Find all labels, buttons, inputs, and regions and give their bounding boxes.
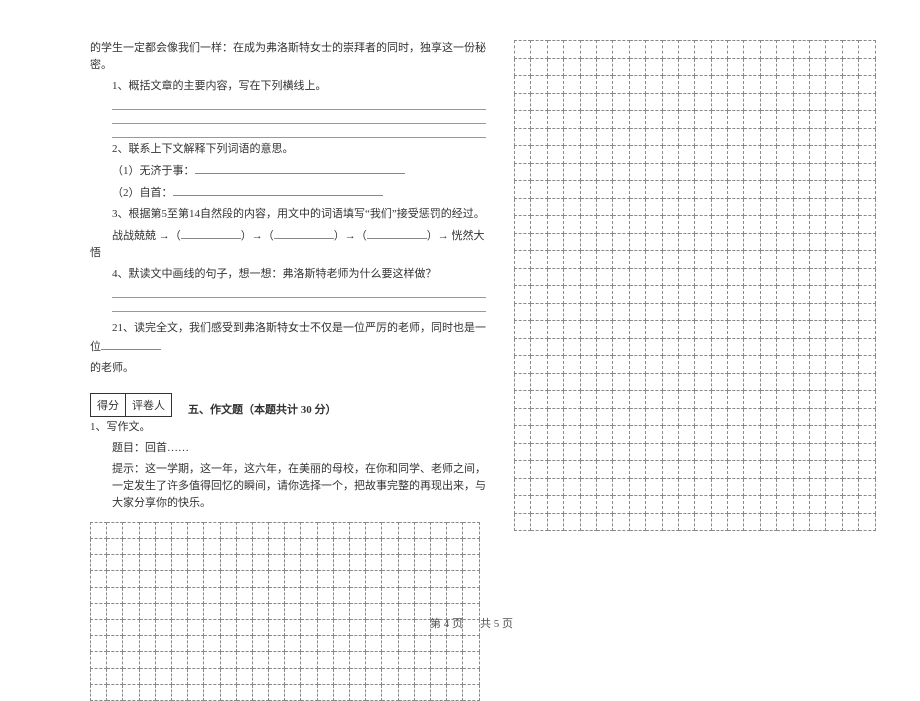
footer-page-total: 共 5 页: [480, 615, 513, 631]
answer-line[interactable]: [112, 301, 486, 312]
answer-blank[interactable]: [101, 338, 161, 350]
answer-line[interactable]: [112, 99, 486, 110]
answer-blank[interactable]: [367, 227, 427, 239]
question-21: 21、读完全文，我们感受到弗洛斯特女士不仅是一位严厉的老师，同时也是一位: [90, 320, 486, 355]
answer-line[interactable]: [112, 127, 486, 138]
left-column: 的学生一定都会像我们一样：在成为弗洛斯特女士的崇拜者的同时，独享这一份秘密。 1…: [90, 40, 486, 701]
score-box: 得分 评卷人: [90, 393, 172, 417]
section-title: 五、作文题（本题共计 30 分）: [188, 401, 337, 417]
intro-continuation: 的学生一定都会像我们一样：在成为弗洛斯特女士的崇拜者的同时，独享这一份秘密。: [90, 40, 486, 74]
right-column: [514, 40, 880, 701]
q2b-label: （2）自首：: [112, 187, 173, 199]
question-3-line: 战战兢兢 →（）→（）→（）→ 恍然大悟: [90, 227, 486, 262]
question-4: 4、默读文中画线的句子，想一想：弗洛斯特老师为什么要这样做？: [90, 266, 486, 283]
answer-line[interactable]: [112, 287, 486, 298]
question-2: 2、联系上下文解释下列词语的意思。: [90, 141, 486, 158]
essay-topic: 题目：回首……: [112, 440, 486, 457]
q21-text-b: 的老师。: [90, 360, 486, 377]
answer-blank[interactable]: [274, 227, 334, 239]
q2a-label: （1）无济于事：: [112, 165, 195, 177]
essay-writing-grid-left[interactable]: [90, 522, 480, 701]
answer-line[interactable]: [112, 113, 486, 124]
score-label: 得分: [91, 394, 126, 416]
q3-seg-c: ）→（: [334, 230, 367, 242]
section-header-row: 得分 评卷人 五、作文题（本题共计 30 分）: [90, 393, 486, 417]
essay-question: 1、写作文。: [90, 419, 486, 436]
answer-blank[interactable]: [181, 227, 241, 239]
q3-seg-a: 战战兢兢 →（: [112, 230, 181, 242]
question-2b: （2）自首：: [112, 184, 486, 202]
answer-blank[interactable]: [195, 162, 405, 174]
question-1: 1、概括文章的主要内容，写在下列横线上。: [90, 78, 486, 95]
answer-blank[interactable]: [173, 184, 383, 196]
essay-hint: 提示：这一学期，这一年，这六年，在美丽的母校，在你和同学、老师之间，一定发生了许…: [112, 461, 486, 512]
question-3: 3、根据第5至第14自然段的内容，用文中的词语填写“我们”接受惩罚的经过。: [90, 206, 486, 223]
footer-page-current: 第 4 页: [430, 615, 463, 631]
q3-seg-b: ）→（: [241, 230, 274, 242]
essay-writing-grid-right[interactable]: [514, 40, 876, 531]
reviewer-label: 评卷人: [126, 394, 171, 416]
question-2a: （1）无济于事：: [112, 162, 486, 180]
